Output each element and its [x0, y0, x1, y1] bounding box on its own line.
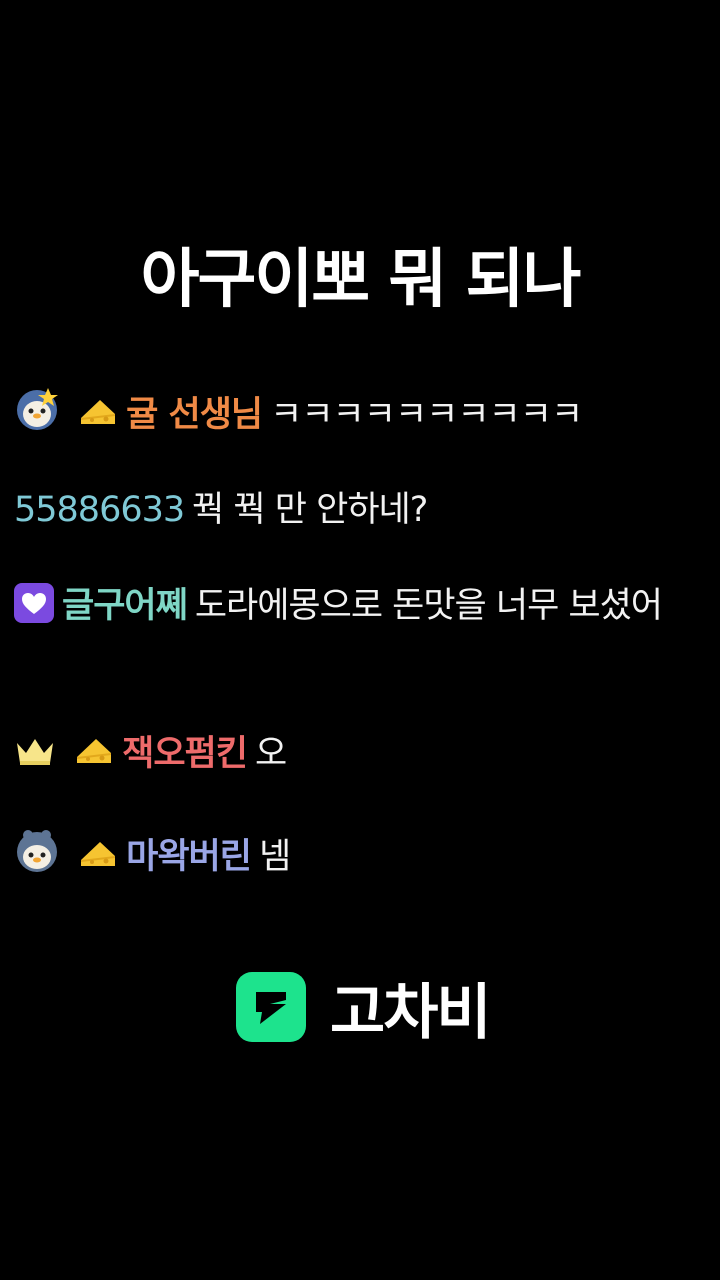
cheese-icon: [78, 392, 118, 445]
cheese-icon: [78, 834, 118, 887]
chat-message: 귤 선생님 ㅋㅋㅋㅋㅋㅋㅋㅋㅋㅋ: [14, 386, 714, 445]
chat-text: 꿕 꿕 만 안하네?: [192, 490, 428, 530]
chat-text: 도라에몽으로 돈맛을 너무 보셨어: [194, 586, 663, 626]
purple-heart-icon: [14, 583, 54, 636]
chat-message: 마왁버린 넴: [14, 828, 714, 887]
penguin-hood-icon: [14, 828, 60, 887]
brand-name: 고차비: [330, 977, 492, 1048]
penguin-star-icon: [14, 386, 60, 445]
chat-nickname[interactable]: 마왁버린: [126, 837, 252, 877]
chat-nickname[interactable]: 잭오펌킨: [122, 734, 248, 774]
chat-nickname[interactable]: 귤 선생님: [126, 395, 263, 435]
brand-logo: 고차비: [236, 972, 492, 1048]
chat-message: 글구어쪠 도라에몽으로 돈맛을 너무 보셨어: [14, 582, 714, 636]
chat-message: 잭오펌킨 오: [14, 730, 714, 784]
chat-nickname[interactable]: 글구어쪠: [62, 586, 188, 626]
cheese-icon: [74, 731, 114, 784]
chat-text: ㅋㅋㅋㅋㅋㅋㅋㅋㅋㅋ: [270, 395, 583, 435]
video-title: 아구이뽀 뭐 되나: [140, 243, 582, 317]
chat-text: 오: [254, 734, 287, 774]
chat-nickname[interactable]: 55886633: [14, 490, 185, 530]
lightning-z-icon: [236, 972, 306, 1042]
crown-icon: [14, 731, 56, 784]
chat-message: 55886633 꿕 꿕 만 안하네?: [14, 486, 714, 534]
chat-text: 넴: [258, 837, 291, 877]
